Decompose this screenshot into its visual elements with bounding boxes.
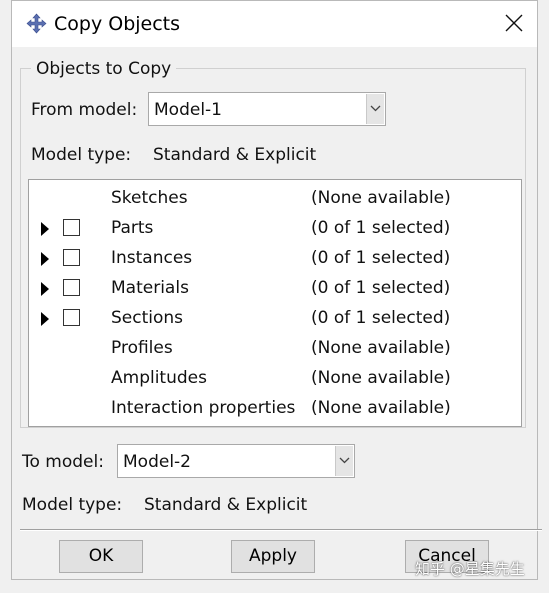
- object-status: (None available): [311, 188, 451, 208]
- title-bar[interactable]: Copy Objects: [12, 1, 537, 47]
- instances-checkbox[interactable]: [63, 249, 80, 266]
- object-status: (0 of 1 selected): [311, 218, 451, 238]
- dialog-title: Copy Objects: [54, 13, 181, 35]
- to-model-dropdown-button[interactable]: [335, 446, 353, 476]
- object-status: (0 of 1 selected): [311, 248, 451, 268]
- object-status: (None available): [311, 398, 451, 418]
- list-item: Sections (0 of 1 selected): [29, 303, 521, 333]
- source-model-type-label: Model type:: [31, 145, 132, 165]
- target-model-type-label: Model type:: [22, 495, 123, 515]
- expand-arrow-icon[interactable]: [40, 251, 50, 266]
- object-status: (None available): [311, 338, 451, 358]
- object-name: Materials: [111, 278, 189, 298]
- chevron-down-icon: [370, 105, 381, 112]
- list-item: Sketches (None available): [29, 183, 521, 213]
- list-item: Amplitudes (None available): [29, 363, 521, 393]
- list-item: Materials (0 of 1 selected): [29, 273, 521, 303]
- to-model-dropdown[interactable]: Model-2: [117, 444, 355, 478]
- group-title: Objects to Copy: [31, 58, 177, 80]
- parts-checkbox[interactable]: [63, 219, 80, 236]
- ok-button[interactable]: OK: [59, 540, 143, 573]
- source-model-type-value: Standard & Explicit: [153, 145, 317, 165]
- close-button[interactable]: [491, 1, 537, 47]
- expand-arrow-icon[interactable]: [40, 281, 50, 296]
- to-model-value: Model-2: [123, 452, 191, 472]
- from-model-dropdown-button[interactable]: [366, 94, 384, 124]
- expand-arrow-icon[interactable]: [40, 311, 50, 326]
- to-model-label: To model:: [22, 452, 104, 472]
- object-name: Parts: [111, 218, 154, 238]
- object-status: (None available): [311, 368, 451, 388]
- list-item: Instances (0 of 1 selected): [29, 243, 521, 273]
- object-name: Sections: [111, 308, 184, 328]
- target-model-type-value: Standard & Explicit: [144, 495, 308, 515]
- list-item: Profiles (None available): [29, 333, 521, 363]
- object-name: Amplitudes: [111, 368, 207, 388]
- close-icon: [505, 14, 523, 32]
- objects-list[interactable]: Sketches (None available) Parts (0 of 1 …: [28, 179, 522, 427]
- from-model-value: Model-1: [154, 100, 222, 120]
- chevron-down-icon: [339, 457, 350, 464]
- materials-checkbox[interactable]: [63, 279, 80, 296]
- list-item: Interaction properties (None available): [29, 393, 521, 423]
- list-item: Parts (0 of 1 selected): [29, 213, 521, 243]
- object-name: Interaction properties: [111, 398, 296, 418]
- expand-arrow-icon[interactable]: [40, 221, 50, 236]
- sections-checkbox[interactable]: [63, 309, 80, 326]
- object-status: (0 of 1 selected): [311, 308, 451, 328]
- copy-objects-dialog: Copy Objects Objects to Copy From model:…: [11, 0, 542, 580]
- object-status: (0 of 1 selected): [311, 278, 451, 298]
- object-name: Profiles: [111, 338, 173, 358]
- from-model-dropdown[interactable]: Model-1: [148, 92, 386, 126]
- from-model-label: From model:: [31, 100, 138, 120]
- app-icon: [26, 13, 47, 34]
- object-name: Sketches: [111, 188, 188, 208]
- apply-button[interactable]: Apply: [231, 540, 315, 573]
- watermark: 知乎 @星集先生: [415, 560, 525, 578]
- separator: [20, 529, 542, 531]
- object-name: Instances: [111, 248, 193, 268]
